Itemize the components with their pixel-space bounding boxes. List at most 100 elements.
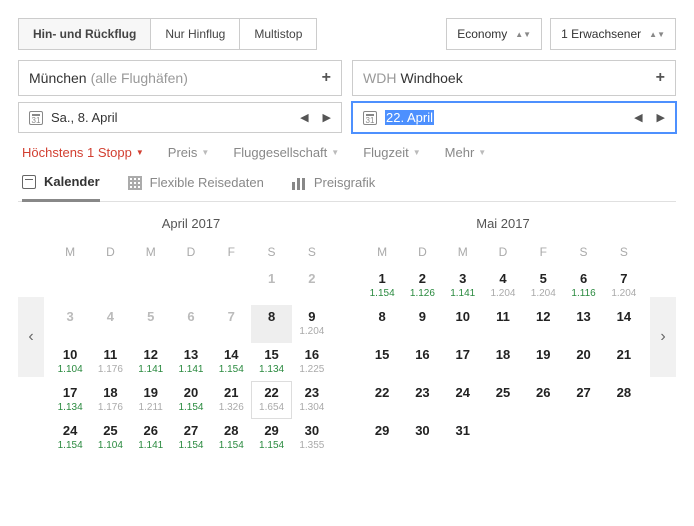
day-price: 1.104 <box>90 440 130 451</box>
calendar-day[interactable]: 21 <box>604 343 644 381</box>
calendar-icon: 31 <box>363 111 377 125</box>
calendar-day[interactable]: 12 <box>523 305 563 343</box>
passenger-selector[interactable]: 1 Erwachsener ▲▼ <box>550 18 676 50</box>
day-price: 1.141 <box>443 288 483 299</box>
calendar-day[interactable]: 31 <box>443 419 483 457</box>
calendar-day[interactable]: 8 <box>362 305 402 343</box>
calendar-day[interactable]: 301.355 <box>292 419 332 457</box>
calendar-day[interactable]: 15 <box>362 343 402 381</box>
calendar-day: 4 <box>90 305 130 343</box>
trip-type-tab[interactable]: Nur Hinflug <box>151 19 240 49</box>
calendar-day[interactable]: 26 <box>523 381 563 419</box>
calendar-day[interactable]: 19 <box>523 343 563 381</box>
calendar-day[interactable]: 271.154 <box>171 419 211 457</box>
return-next-icon[interactable]: ▶ <box>657 111 665 124</box>
calendar-day[interactable]: 71.204 <box>604 267 644 305</box>
calendar-day[interactable]: 16 <box>402 343 442 381</box>
calendar-day[interactable]: 21.126 <box>402 267 442 305</box>
calendar-day[interactable]: 211.326 <box>211 381 251 419</box>
calendar-day[interactable]: 41.204 <box>483 267 523 305</box>
calendar-day[interactable]: 131.141 <box>171 343 211 381</box>
calendar-day[interactable]: 281.154 <box>211 419 251 457</box>
calendar-day[interactable]: 231.304 <box>292 381 332 419</box>
cabin-class-label: Economy <box>457 27 507 41</box>
filter-more[interactable]: Mehr▼ <box>445 145 487 160</box>
tab-price-chart[interactable]: Preisgrafik <box>292 175 375 200</box>
calendar-day[interactable]: 221.654 <box>251 381 291 419</box>
trip-type-tab[interactable]: Hin- und Rückflug <box>19 19 151 49</box>
calendar-day[interactable]: 23 <box>402 381 442 419</box>
calendar-day[interactable]: 11.154 <box>362 267 402 305</box>
cabin-class-selector[interactable]: Economy ▲▼ <box>446 18 542 50</box>
calendar-day[interactable]: 29 <box>362 419 402 457</box>
calendar-day[interactable]: 261.141 <box>131 419 171 457</box>
calendar-day[interactable]: 30 <box>402 419 442 457</box>
day-price: 1.154 <box>50 440 90 451</box>
calendar-day[interactable]: 28 <box>604 381 644 419</box>
prev-month-button[interactable]: ‹ <box>18 297 44 377</box>
calendar-day[interactable]: 17 <box>443 343 483 381</box>
depart-prev-icon[interactable]: ◀ <box>300 111 308 124</box>
calendar-day[interactable]: 191.211 <box>131 381 171 419</box>
calendar-day[interactable]: 241.154 <box>50 419 90 457</box>
return-prev-icon[interactable]: ◀ <box>634 111 642 124</box>
next-month-button[interactable]: › <box>650 297 676 377</box>
tab-calendar[interactable]: Kalender <box>22 174 100 202</box>
calendar-day[interactable]: 121.141 <box>131 343 171 381</box>
calendar-day[interactable]: 27 <box>563 381 603 419</box>
filter-time[interactable]: Flugzeit▼ <box>363 145 420 160</box>
day-price: 1.154 <box>362 288 402 299</box>
add-origin-icon[interactable]: + <box>322 69 331 87</box>
filter-airline[interactable]: Fluggesellschaft▼ <box>233 145 339 160</box>
calendar-day[interactable]: 91.204 <box>292 305 332 343</box>
calendar-day[interactable]: 171.134 <box>50 381 90 419</box>
view-tabs: Kalender Flexible Reisedaten Preisgrafik <box>18 168 676 202</box>
passenger-label: 1 Erwachsener <box>561 27 641 41</box>
calendar-day[interactable]: 31.141 <box>443 267 483 305</box>
calendar-day[interactable]: 141.154 <box>211 343 251 381</box>
return-date-input[interactable]: 31 22. April ◀ ▶ <box>352 102 676 133</box>
trip-type-tab[interactable]: Multistop <box>240 19 316 49</box>
calendar-day[interactable]: 201.154 <box>171 381 211 419</box>
calendar-day[interactable]: 9 <box>402 305 442 343</box>
calendar-day[interactable]: 61.116 <box>563 267 603 305</box>
calendar-day[interactable]: 10 <box>443 305 483 343</box>
origin-input[interactable]: München (alle Flughäfen) + <box>18 60 342 96</box>
calendar-day[interactable]: 25 <box>483 381 523 419</box>
day-price: 1.654 <box>251 402 291 413</box>
calendar-day[interactable]: 24 <box>443 381 483 419</box>
days-grid: 1234567891.204101.104111.176121.141131.1… <box>50 267 332 457</box>
calendar-day[interactable]: 151.134 <box>251 343 291 381</box>
day-price: 1.141 <box>131 440 171 451</box>
depart-date-input[interactable]: 31 Sa., 8. April ◀ ▶ <box>18 102 342 133</box>
day-price: 1.204 <box>604 288 644 299</box>
tab-flexible-dates[interactable]: Flexible Reisedaten <box>128 175 264 200</box>
calendar-day[interactable]: 22 <box>362 381 402 419</box>
calendar-day[interactable]: 101.104 <box>50 343 90 381</box>
filter-stops[interactable]: Höchstens 1 Stopp▼ <box>22 145 144 160</box>
airport-row: München (alle Flughäfen) + WDH Windhoek … <box>18 60 676 96</box>
calendar-day[interactable]: 20 <box>563 343 603 381</box>
date-row: 31 Sa., 8. April ◀ ▶ 31 22. April ◀ ▶ <box>18 102 676 133</box>
calendar-icon <box>22 175 36 189</box>
month-calendar: Mai 2017MDMDFSS11.15421.12631.14141.2045… <box>362 216 644 457</box>
destination-code: WDH <box>363 70 396 86</box>
add-destination-icon[interactable]: + <box>656 69 665 87</box>
calendar-day[interactable]: 8 <box>251 305 291 343</box>
calendar-day[interactable]: 111.176 <box>90 343 130 381</box>
calendar-day[interactable]: 51.204 <box>523 267 563 305</box>
depart-next-icon[interactable]: ▶ <box>323 111 331 124</box>
filter-price[interactable]: Preis▼ <box>168 145 210 160</box>
day-price: 1.141 <box>171 364 211 375</box>
day-price: 1.211 <box>131 402 171 413</box>
calendar-day[interactable]: 11 <box>483 305 523 343</box>
calendar-day[interactable]: 181.176 <box>90 381 130 419</box>
calendar-day[interactable]: 18 <box>483 343 523 381</box>
calendar-day[interactable]: 161.225 <box>292 343 332 381</box>
calendar-day[interactable]: 251.104 <box>90 419 130 457</box>
day-price: 1.154 <box>171 440 211 451</box>
calendar-day[interactable]: 291.154 <box>251 419 291 457</box>
calendar-day[interactable]: 13 <box>563 305 603 343</box>
destination-input[interactable]: WDH Windhoek + <box>352 60 676 96</box>
calendar-day[interactable]: 14 <box>604 305 644 343</box>
